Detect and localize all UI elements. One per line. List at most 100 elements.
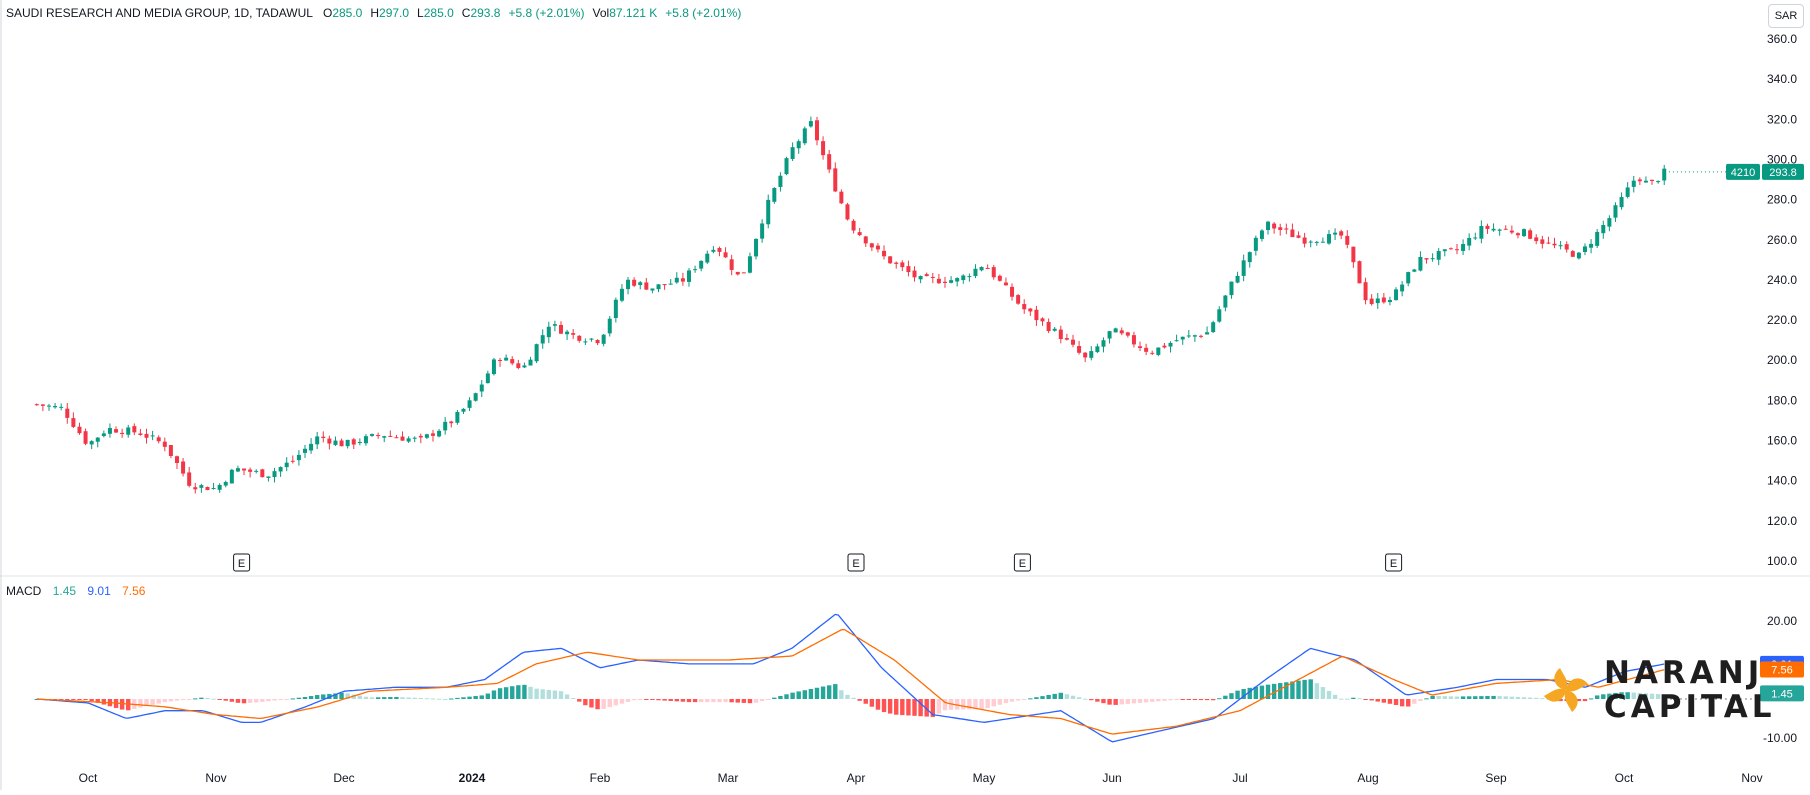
macd-hist-bar (363, 696, 369, 699)
macd-hist-bar (1503, 696, 1508, 699)
macd-hist-bar (314, 695, 320, 699)
candle-body (1387, 299, 1392, 303)
candle-body (1552, 243, 1557, 246)
macd-hist-bar (1351, 697, 1356, 699)
macd-hist-bar (510, 686, 515, 699)
candle-body (1217, 309, 1222, 322)
macd-hist-bar (1022, 699, 1027, 700)
macd-hist-bar (162, 699, 167, 703)
price-tick-label: 260.0 (1767, 233, 1797, 247)
candle-body (632, 279, 637, 286)
currency-button[interactable]: SAR (1768, 4, 1804, 28)
candle-body (223, 482, 228, 486)
macd-hist-bar (583, 699, 588, 706)
macd-hist-bar (211, 698, 216, 700)
macd-signal-value: 7.56 (122, 584, 146, 598)
candle-body (875, 245, 880, 250)
macd-hist-value: 1.45 (52, 584, 77, 598)
candle-body (1412, 269, 1417, 272)
candle-body (1259, 230, 1264, 239)
candle-body (1058, 329, 1063, 340)
chart-canvas[interactable]: E E E E 100.0 120.0 140.0 160.0 180.0 200.0 220.0… (0, 0, 1810, 790)
volume-change: +5.8 (+2.01%) (665, 6, 742, 20)
macd-hist-bar (1491, 695, 1496, 699)
candle-body (552, 324, 557, 326)
macd-hist-bar (406, 697, 411, 699)
candle-body (1022, 304, 1027, 310)
candle-body (589, 338, 594, 340)
candle-body (1509, 230, 1514, 233)
macd-hist-bar (961, 699, 966, 710)
close-value: 293.8 (470, 6, 501, 20)
macd-series-line (36, 628, 1665, 735)
time-axis: Oct Nov Dec 2024 Feb Mar Apr May Jun Jul Aug Sep Oct… (79, 771, 1763, 785)
candle-body (1448, 248, 1453, 250)
macd-hist-bar (638, 699, 643, 700)
macd-hist-bar (83, 699, 88, 700)
macd-hist-bar (802, 690, 807, 699)
candle-body (705, 253, 710, 263)
candle-body (430, 433, 435, 436)
candle-body (53, 406, 58, 408)
macd-hist-bar (284, 699, 289, 700)
logo-line1: NARANJ (1604, 655, 1764, 691)
candle-body (1107, 331, 1112, 339)
candle-body (1473, 237, 1478, 239)
macd-hist-bar (552, 690, 558, 699)
candle-body (40, 404, 45, 406)
macd-hist-bar (570, 698, 576, 700)
macd-hist-bar (1095, 699, 1100, 702)
candle-body (479, 384, 484, 392)
macd-hist-bar (1332, 694, 1338, 699)
candle-body (674, 277, 679, 283)
time-tick-label: Aug (1357, 771, 1378, 785)
candle-body (1656, 181, 1661, 183)
price-tick-label: 140.0 (1767, 474, 1797, 488)
candle-body (1662, 168, 1667, 181)
candle-body (1589, 243, 1594, 248)
macd-hist-bar (1180, 699, 1185, 700)
candle-body (802, 128, 807, 144)
candle-body (772, 187, 777, 202)
macd-hist-bar (1192, 699, 1198, 701)
macd-hist-bar (418, 697, 423, 699)
candle-body (71, 418, 76, 427)
trading-chart[interactable]: E E E E 100.0 120.0 140.0 160.0 180.0 200.0 220.0… (0, 0, 1810, 790)
macd-hist-bar (900, 699, 905, 716)
macd-hist-bar (985, 699, 990, 709)
price-tick-label: 360.0 (1767, 32, 1797, 46)
candle-body (1144, 347, 1149, 352)
candle-body (1424, 258, 1429, 260)
macd-hist-bar (558, 691, 564, 699)
macd-hist-bar (1515, 696, 1521, 699)
symbol-code-text: 4210 (1731, 167, 1755, 179)
macd-hist-bar (388, 697, 393, 699)
macd-hist-bar (826, 685, 832, 699)
macd-histogram (34, 679, 1667, 717)
candle-body (1131, 335, 1136, 345)
macd-title[interactable]: MACD (6, 584, 41, 598)
macd-hist-bar (375, 697, 381, 699)
symbol-title[interactable]: SAUDI RESEARCH AND MEDIA GROUP, 1D, TADA… (6, 6, 313, 20)
candle-body (187, 472, 192, 486)
price-tick-label: 240.0 (1767, 273, 1797, 287)
candle-body (741, 272, 746, 274)
macd-hist-bar (540, 689, 545, 699)
macd-hist-bar (1259, 685, 1265, 699)
candle-body (83, 431, 88, 444)
candle-body (723, 252, 728, 258)
candle-body (863, 236, 868, 244)
macd-hist-bar (186, 699, 192, 700)
candle-body (284, 462, 289, 468)
candle-body (857, 232, 862, 236)
brand-logo: NARANJ CAPITAL (1540, 656, 1775, 724)
macd-hist-bar (820, 686, 826, 699)
candle-body (869, 243, 874, 248)
logo-icon (1544, 668, 1588, 712)
macd-hist-bar (1113, 699, 1118, 705)
candle-body (363, 436, 368, 444)
macd-hist-bar (1473, 696, 1478, 699)
macd-hist-bar (1034, 697, 1039, 699)
candle-body (1326, 234, 1331, 244)
candle-body (1406, 272, 1411, 284)
